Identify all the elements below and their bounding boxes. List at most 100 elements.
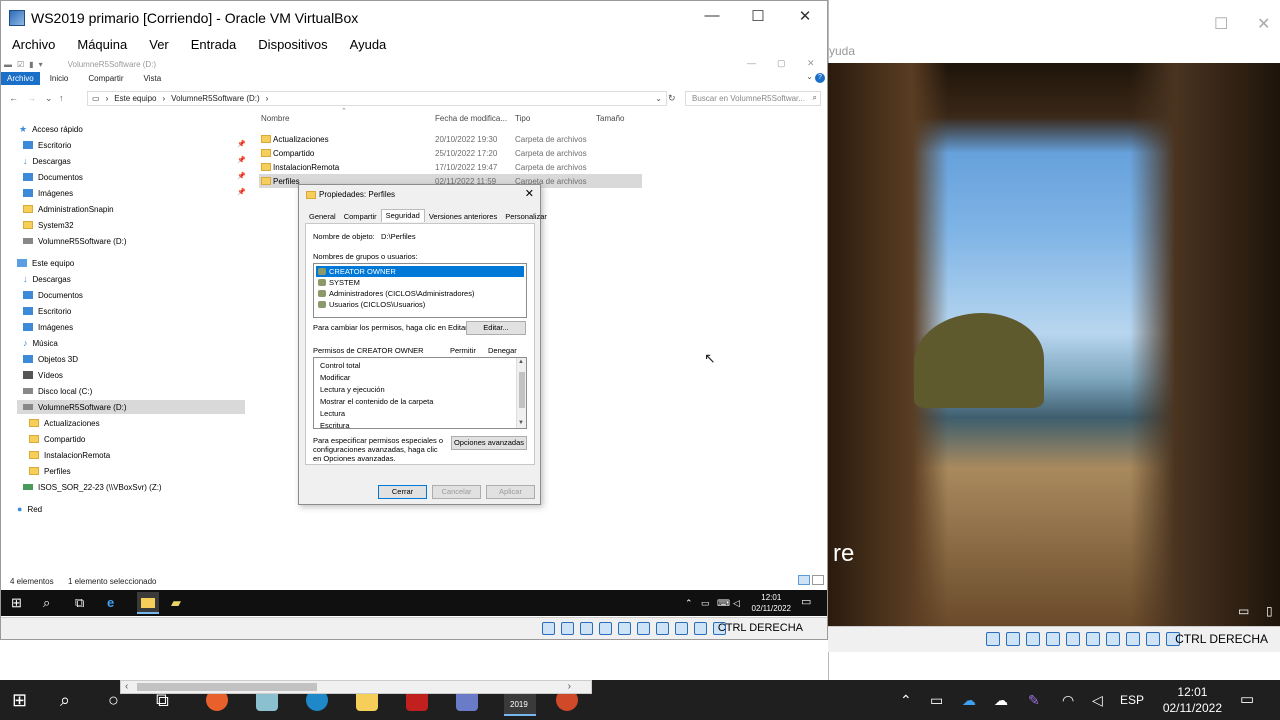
- audio-icon[interactable]: [580, 622, 593, 635]
- help-icon[interactable]: ?: [815, 73, 825, 83]
- tray-chevron-icon[interactable]: ⌃: [900, 692, 912, 709]
- refresh-icon[interactable]: ↻: [668, 93, 676, 104]
- menu-entrada[interactable]: Entrada: [180, 35, 248, 57]
- breadcrumb-este-equipo[interactable]: Este equipo: [114, 94, 156, 103]
- menu-archivo[interactable]: Archivo: [1, 35, 66, 57]
- column-tipo[interactable]: Tipo: [515, 114, 530, 123]
- ribbon-tab-inicio[interactable]: Inicio: [40, 72, 79, 85]
- volume-icon[interactable]: ◁: [1092, 692, 1103, 709]
- recording-icon[interactable]: [675, 622, 688, 635]
- list-item[interactable]: CREATOR OWNER: [316, 266, 524, 277]
- large-icons-view-icon[interactable]: [812, 575, 824, 585]
- menu-ayuda[interactable]: Ayuda: [339, 35, 398, 57]
- tab-seguridad[interactable]: Seguridad: [380, 209, 425, 222]
- ribbon-tab-archivo[interactable]: Archivo: [1, 72, 40, 85]
- table-row[interactable]: Actualizaciones 20/10/2022 19:30 Carpeta…: [259, 132, 642, 146]
- display-icon[interactable]: [656, 622, 669, 635]
- action-center-icon[interactable]: ▭: [801, 595, 811, 608]
- details-view-icon[interactable]: [798, 575, 810, 585]
- permissions-scrollbar[interactable]: ▲ ▼: [516, 358, 526, 428]
- optical-icon[interactable]: [561, 622, 574, 635]
- pin-icon[interactable]: 📌: [237, 140, 246, 148]
- menu-ver[interactable]: Ver: [138, 35, 180, 57]
- nav-pc-documentos[interactable]: Documentos: [23, 288, 83, 302]
- nav-quick-imagenes[interactable]: Imágenes: [23, 186, 73, 200]
- scroll-right-icon[interactable]: ›: [568, 681, 571, 692]
- close-icon[interactable]: ✕: [1257, 14, 1270, 34]
- maximize-icon[interactable]: ☐: [1214, 14, 1228, 34]
- nav-quick-access[interactable]: ★ Acceso rápido: [19, 122, 83, 136]
- windows-start-icon[interactable]: ⊞: [11, 595, 22, 611]
- properties-icon[interactable]: ☑: [17, 60, 24, 69]
- nav-child-compartido[interactable]: Compartido: [29, 432, 85, 446]
- pin-icon[interactable]: 📌: [237, 188, 246, 196]
- scroll-down-icon[interactable]: ▼: [518, 420, 524, 426]
- scroll-thumb[interactable]: [519, 372, 525, 408]
- up-icon[interactable]: ↑: [59, 93, 64, 103]
- search-icon[interactable]: ⌕: [43, 595, 50, 611]
- list-item[interactable]: SYSTEM: [316, 277, 524, 288]
- address-bar[interactable]: ▭ › Este equipo › VolumneR5Software (D:)…: [87, 91, 667, 106]
- close-icon[interactable]: ✕: [525, 187, 534, 200]
- nav-quick-drive[interactable]: VolumneR5Software (D:): [23, 234, 126, 248]
- pin-icon[interactable]: 📌: [237, 156, 246, 164]
- cancel-button[interactable]: Cancelar: [432, 485, 481, 499]
- close-button[interactable]: Cerrar: [378, 485, 427, 499]
- tray-chevron-icon[interactable]: ⌃: [685, 598, 693, 609]
- advanced-options-button[interactable]: Opciones avanzadas: [451, 436, 527, 450]
- pen-icon[interactable]: ✎: [1028, 692, 1040, 709]
- nav-pc-objetos3d[interactable]: Objetos 3D: [23, 352, 78, 366]
- search-icon[interactable]: ⌕: [813, 93, 817, 103]
- apply-button[interactable]: Aplicar: [486, 485, 535, 499]
- nav-red[interactable]: ● Red: [17, 502, 42, 516]
- cpu-icon[interactable]: [694, 622, 707, 635]
- notifications-icon[interactable]: ▭: [1240, 690, 1254, 708]
- nav-pc-drive-d[interactable]: VolumneR5Software (D:): [17, 400, 245, 414]
- address-dropdown-icon[interactable]: ⌄: [655, 94, 662, 103]
- tray-volume-icon[interactable]: ◁: [733, 598, 740, 609]
- language-indicator[interactable]: ESP: [1120, 693, 1144, 707]
- pin-icon[interactable]: 📌: [237, 172, 246, 180]
- guest-clock[interactable]: 12:01 02/11/2022: [752, 592, 791, 614]
- windows-start-icon[interactable]: ⊞: [12, 690, 27, 711]
- nav-quick-descargas[interactable]: ↓ Descargas: [23, 154, 71, 168]
- search-input[interactable]: Buscar en VolumneR5Softwar...: [685, 91, 821, 106]
- shared-folder-icon[interactable]: [1086, 632, 1100, 646]
- nav-pc-imagenes[interactable]: Imágenes: [23, 320, 73, 334]
- scroll-thumb[interactable]: [137, 683, 317, 691]
- network-adapter-icon[interactable]: [1046, 632, 1060, 646]
- column-fecha[interactable]: Fecha de modifica...: [435, 114, 507, 123]
- explorer-maximize-icon[interactable]: ▢: [777, 58, 786, 69]
- nav-pc-videos[interactable]: Vídeos: [23, 368, 63, 382]
- nav-quick-escritorio[interactable]: Escritorio: [23, 138, 71, 152]
- nav-quick-documentos[interactable]: Documentos: [23, 170, 83, 184]
- list-item[interactable]: Administradores (CICLOS\Administradores): [316, 288, 524, 299]
- chevron-down-icon[interactable]: ▾: [39, 60, 43, 69]
- task-view-icon[interactable]: ⧉: [75, 595, 84, 611]
- nav-child-perfiles[interactable]: Perfiles: [29, 464, 71, 478]
- hdd-icon[interactable]: [542, 622, 555, 635]
- shared-folder-icon[interactable]: [637, 622, 650, 635]
- tray-battery-icon[interactable]: ▭: [930, 692, 943, 709]
- search-icon[interactable]: ⌕: [60, 690, 70, 711]
- explorer-close-icon[interactable]: ✕: [807, 58, 815, 69]
- wifi-icon[interactable]: ◠: [1062, 692, 1074, 709]
- nav-quick-system32[interactable]: System32: [23, 218, 74, 232]
- cloud-icon[interactable]: ☁: [994, 692, 1008, 709]
- menu-dispositivos[interactable]: Dispositivos: [247, 35, 338, 57]
- menu-ayuda-partial[interactable]: yuda: [829, 44, 855, 58]
- column-nombre[interactable]: Nombre: [261, 114, 289, 123]
- ribbon-tab-vista[interactable]: Vista: [134, 72, 172, 85]
- expand-ribbon-icon[interactable]: ⌄: [806, 72, 813, 81]
- nav-pc-descargas[interactable]: ↓ Descargas: [23, 272, 71, 286]
- list-item[interactable]: Usuarios (CICLOS\Usuarios): [316, 299, 524, 310]
- cpu-icon[interactable]: [1146, 632, 1160, 646]
- onedrive-icon[interactable]: ☁: [962, 692, 976, 709]
- forward-icon[interactable]: →: [27, 93, 36, 103]
- network-adapter-icon[interactable]: [599, 622, 612, 635]
- nav-pc-disco-c[interactable]: Disco local (C:): [23, 384, 92, 398]
- column-tamano[interactable]: Tamaño: [596, 114, 624, 123]
- nav-child-instalacionremota[interactable]: InstalacionRemota: [29, 448, 110, 462]
- usb-icon[interactable]: [618, 622, 631, 635]
- cortana-icon[interactable]: ○: [108, 690, 119, 711]
